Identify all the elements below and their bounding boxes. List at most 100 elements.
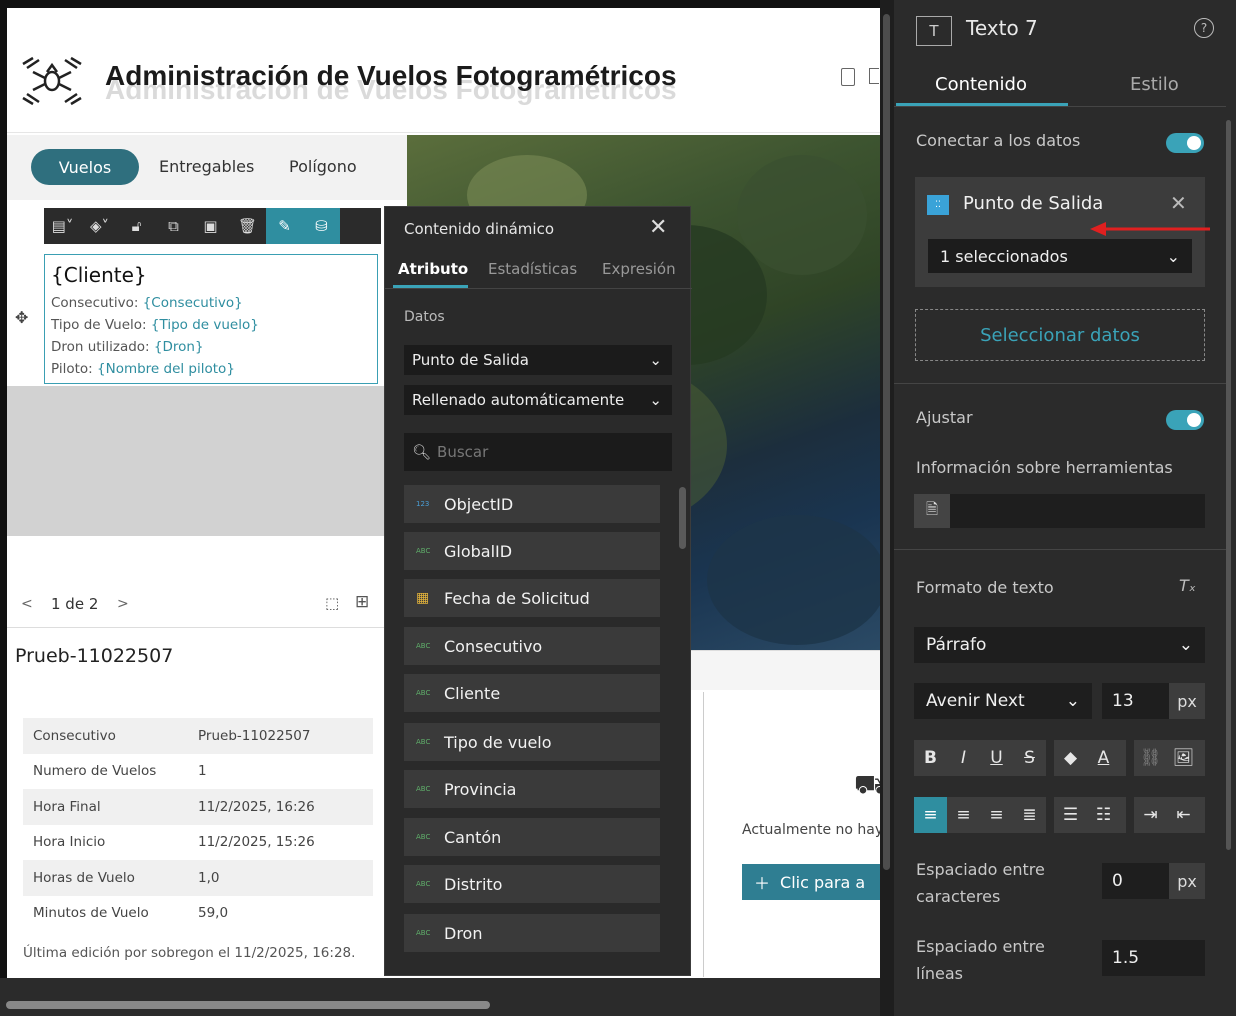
indent-icon[interactable]: ⇥	[1134, 797, 1167, 833]
canvas-scrollbar[interactable]	[880, 0, 894, 1016]
tab-expresion[interactable]: Expresión	[602, 260, 676, 278]
field-search-input[interactable]: 🔍︎ Buscar	[404, 433, 672, 471]
font-size-input[interactable]: 13	[1102, 683, 1169, 719]
image-icon[interactable]: 🖼︎	[1167, 740, 1200, 776]
empty-card: ⛟ Actualmente no hay ＋ Clic para a	[703, 692, 880, 977]
align-left-icon[interactable]: ≡	[914, 797, 947, 833]
close-icon[interactable]: ✕	[649, 215, 667, 240]
bullet-list-icon[interactable]: ☰	[1054, 797, 1087, 833]
letter-spacing-input[interactable]: 0	[1102, 863, 1169, 899]
empty-illustration-icon: ⛟	[854, 770, 880, 800]
text-line: Dron utilizado: {Dron}	[51, 339, 204, 355]
duplicate-icon[interactable]: ▣	[192, 208, 229, 244]
settings-scrollbar[interactable]	[1226, 120, 1231, 850]
field-item[interactable]: ABC Dron	[404, 914, 660, 952]
next-page-button[interactable]: >	[117, 596, 129, 612]
table-row: Hora Inicio 11/2/2025, 15:26	[33, 834, 315, 851]
select-data-button[interactable]: Seleccionar datos	[915, 309, 1205, 361]
highlight-icon[interactable]: ◆	[1054, 740, 1087, 776]
table-row: Minutos de Vuelo 59,0	[33, 905, 229, 922]
field-list-scrollbar[interactable]	[679, 487, 686, 549]
text-type-icon: ABC	[416, 929, 431, 937]
data-label: Datos	[404, 309, 445, 325]
clear-selection-icon[interactable]: ⬚	[325, 594, 339, 612]
line-spacing-input[interactable]: 1.5	[1102, 940, 1205, 976]
link-icon[interactable]: ⛓	[1134, 740, 1167, 776]
document-icon[interactable]	[841, 68, 855, 86]
copy-icon[interactable]: ⧉	[155, 208, 192, 244]
scroll-thumb[interactable]	[883, 14, 890, 870]
clear-format-icon[interactable]: Tₓ	[1179, 576, 1196, 595]
field-item[interactable]: ABC Tipo de vuelo	[404, 723, 660, 761]
tab-atributo[interactable]: Atributo	[398, 260, 468, 278]
annotation-arrow-icon	[1090, 222, 1210, 236]
align-justify-icon[interactable]: ≣	[1013, 797, 1046, 833]
connect-data-toggle[interactable]	[1166, 133, 1204, 153]
field-item[interactable]: ABC Cliente	[404, 674, 660, 712]
field-item[interactable]: ▦ Fecha de Solicitud	[404, 579, 660, 617]
tab-poligono[interactable]: Polígono	[289, 157, 357, 176]
tab-vuelos[interactable]: Vuelos	[31, 149, 139, 185]
horizontal-scrollbar[interactable]	[6, 1001, 490, 1009]
outdent-icon[interactable]: ⇤	[1167, 797, 1200, 833]
text-style-group: B I U S	[914, 740, 1046, 776]
panel-icon[interactable]	[869, 68, 879, 84]
attribute-table: Consecutivo Prueb-11022507 Numero de Vuel…	[23, 718, 373, 931]
move-handle-icon[interactable]: ✥	[15, 308, 28, 327]
plus-icon: ＋	[754, 874, 771, 893]
field-item[interactable]: ABC Distrito	[404, 865, 660, 903]
help-icon[interactable]: ?	[1194, 18, 1214, 38]
selection-select[interactable]: 1 seleccionados ⌄	[928, 239, 1192, 273]
text-type-icon: ABC	[416, 785, 431, 793]
prev-page-button[interactable]: <	[21, 596, 33, 612]
field-item[interactable]: ABC Provincia	[404, 770, 660, 808]
font-color-icon[interactable]: A	[1087, 740, 1120, 776]
record-id: Prueb-11022507	[15, 645, 174, 667]
italic-icon[interactable]: I	[947, 740, 980, 776]
field-item[interactable]: 123 ObjectID	[404, 485, 660, 523]
add-button[interactable]: ＋ Clic para a	[742, 864, 880, 900]
field-item[interactable]: ABC Consecutivo	[404, 627, 660, 665]
layers-icon[interactable]: ◈˅	[81, 208, 118, 244]
strikethrough-icon[interactable]: S	[1013, 740, 1046, 776]
field-item[interactable]: ABC Cantón	[404, 818, 660, 856]
field-item[interactable]: ABC GlobalID	[404, 532, 660, 570]
text-widget-title: {Cliente}	[51, 263, 147, 287]
empty-message: Actualmente no hay	[742, 822, 880, 838]
insert-group: ⛓ 🖼︎	[1134, 740, 1205, 776]
underline-icon[interactable]: U	[980, 740, 1013, 776]
data-source-select[interactable]: Punto de Salida ⌄	[404, 345, 672, 375]
settings-panel: T Texto 7 ? Contenido Estilo Conectar a …	[894, 0, 1236, 1016]
wrap-toggle[interactable]	[1166, 410, 1204, 430]
tooltip-input[interactable]: 🗎︎	[914, 494, 1205, 528]
text-line: Consecutivo: {Consecutivo}	[51, 295, 243, 311]
edit-icon[interactable]: ✎	[266, 208, 303, 244]
indent-group: ⇥ ⇤	[1134, 797, 1205, 833]
text-widget[interactable]: {Cliente} Consecutivo: {Consecutivo} Tip…	[44, 254, 378, 384]
tooltip-document-icon[interactable]: 🗎︎	[914, 494, 950, 528]
calendar-icon: ▦	[416, 590, 430, 606]
align-right-icon[interactable]: ≡	[980, 797, 1013, 833]
app-header: Administración de Vuelos Fotogramétricos…	[7, 8, 880, 133]
remove-datasource-icon[interactable]: ✕	[1170, 191, 1187, 215]
tab-entregables[interactable]: Entregables	[159, 157, 254, 176]
divider	[894, 383, 1226, 384]
font-select[interactable]: Avenir Next ⌄	[914, 683, 1092, 719]
bold-icon[interactable]: B	[914, 740, 947, 776]
align-center-icon[interactable]: ≡	[947, 797, 980, 833]
numbered-list-icon[interactable]: ☷	[1087, 797, 1120, 833]
bottom-bar	[0, 978, 880, 1016]
delete-icon[interactable]: 🗑︎	[229, 208, 266, 244]
unlock-icon[interactable]: 🔓︎	[118, 208, 155, 244]
connect-data-label: Conectar a los datos	[916, 131, 1081, 150]
paragraph-select[interactable]: Párrafo ⌄	[914, 627, 1205, 663]
tab-contenido[interactable]: Contenido	[935, 74, 1027, 95]
fill-mode-select[interactable]: Rellenado automáticamente ⌄	[404, 385, 672, 415]
database-icon[interactable]: ⛁	[303, 208, 340, 244]
number-type-icon: 123	[416, 500, 430, 508]
tab-estadisticas[interactable]: Estadísticas	[488, 260, 577, 278]
table-row: Numero de Vuelos 1	[33, 763, 207, 780]
align-icon[interactable]: ▤˅	[44, 208, 81, 244]
grid-view-icon[interactable]: ⊞	[355, 592, 369, 612]
tab-estilo[interactable]: Estilo	[1130, 74, 1179, 95]
